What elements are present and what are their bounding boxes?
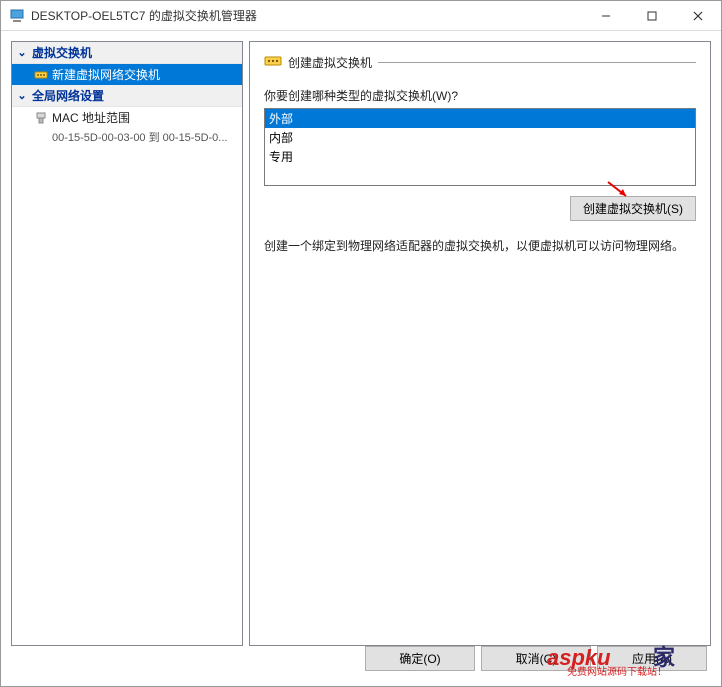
window-controls bbox=[583, 1, 721, 30]
create-vswitch-button[interactable]: 创建虚拟交换机(S) bbox=[570, 196, 696, 221]
titlebar: DESKTOP-OEL5TC7 的虚拟交换机管理器 bbox=[1, 1, 721, 31]
tree-section-label: 全局网络设置 bbox=[32, 87, 104, 104]
dialog-footer: 确定(O) 取消(C) 应用(A) aspku 家 免费网站源码下载站！ bbox=[1, 646, 721, 678]
divider bbox=[378, 62, 696, 63]
apply-button[interactable]: 应用(A) bbox=[597, 646, 707, 671]
minimize-button[interactable] bbox=[583, 1, 629, 30]
vswitch-icon bbox=[34, 68, 48, 82]
tree-item-label: 新建虚拟网络交换机 bbox=[52, 66, 160, 83]
tree-pane: ⌄ 虚拟交换机 新建虚拟网络交换机 ⌄ 全局网络设置 MAC bbox=[11, 41, 243, 646]
content-area: ⌄ 虚拟交换机 新建虚拟网络交换机 ⌄ 全局网络设置 MAC bbox=[1, 31, 721, 646]
section-title: 创建虚拟交换机 bbox=[288, 54, 372, 71]
option-private[interactable]: 专用 bbox=[265, 147, 695, 166]
option-internal[interactable]: 内部 bbox=[265, 128, 695, 147]
tree-item-label: MAC 地址范围 bbox=[52, 109, 130, 126]
ok-button[interactable]: 确定(O) bbox=[365, 646, 475, 671]
window-title: DESKTOP-OEL5TC7 的虚拟交换机管理器 bbox=[31, 7, 583, 24]
vswitch-type-list[interactable]: 外部 内部 专用 bbox=[264, 108, 696, 186]
chevron-down-icon[interactable]: ⌄ bbox=[16, 89, 28, 102]
tree-item-mac-range-value: 00-15-5D-00-03-00 到 00-15-5D-0... bbox=[12, 128, 242, 146]
cancel-button[interactable]: 取消(C) bbox=[481, 646, 591, 671]
section-header: 创建虚拟交换机 bbox=[264, 52, 696, 73]
details-pane: 创建虚拟交换机 你要创建哪种类型的虚拟交换机(W)? 外部 内部 专用 创建虚拟… bbox=[249, 41, 711, 646]
tree-section-label: 虚拟交换机 bbox=[32, 44, 92, 61]
tree-item-mac-range[interactable]: MAC 地址范围 bbox=[12, 107, 242, 128]
tree-item-new-vswitch[interactable]: 新建虚拟网络交换机 bbox=[12, 64, 242, 85]
maximize-button[interactable] bbox=[629, 1, 675, 30]
tree-section-virtual-switches[interactable]: ⌄ 虚拟交换机 bbox=[12, 42, 242, 64]
chevron-down-icon[interactable]: ⌄ bbox=[16, 46, 28, 59]
close-button[interactable] bbox=[675, 1, 721, 30]
type-description: 创建一个绑定到物理网络适配器的虚拟交换机，以便虚拟机可以访问物理网络。 bbox=[264, 237, 696, 255]
vswitch-icon bbox=[264, 52, 282, 73]
vswitch-manager-icon bbox=[9, 8, 25, 24]
network-adapter-icon bbox=[34, 111, 48, 125]
tree-section-global-settings[interactable]: ⌄ 全局网络设置 bbox=[12, 85, 242, 107]
option-external[interactable]: 外部 bbox=[265, 109, 695, 128]
type-prompt-label: 你要创建哪种类型的虚拟交换机(W)? bbox=[264, 87, 696, 104]
